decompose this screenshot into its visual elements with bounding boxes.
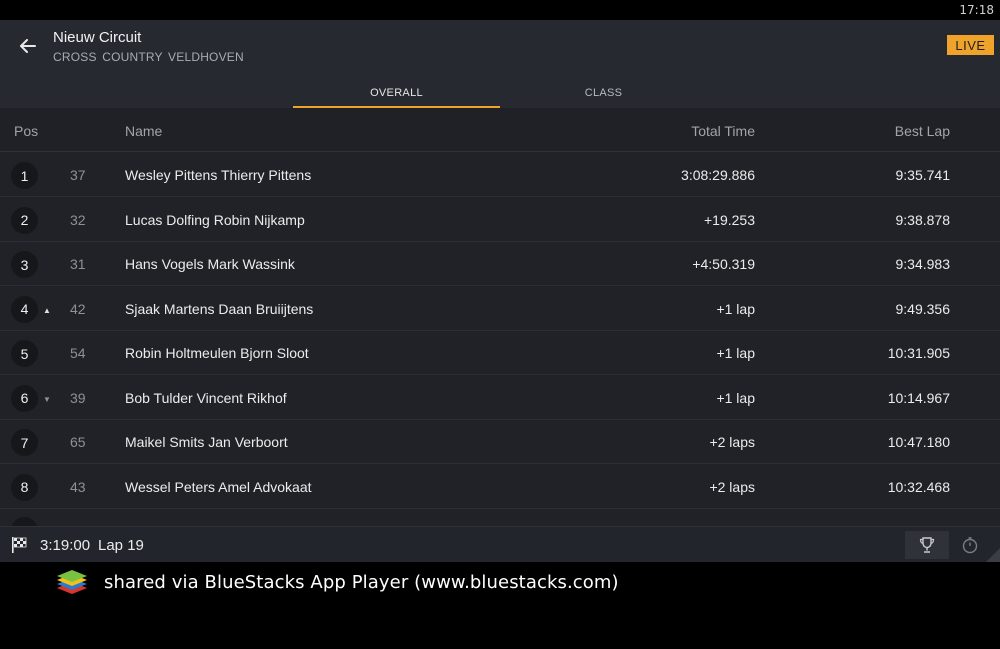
live-badge: LIVE bbox=[947, 35, 994, 55]
competitor-name: Lucas Dolfing Robin Nijkamp bbox=[125, 211, 305, 228]
position-up-icon: ▲ bbox=[43, 305, 51, 315]
checkered-flag-icon bbox=[12, 537, 27, 553]
table-row-partial[interactable] bbox=[0, 509, 1000, 526]
competitor-name: Sjaak Martens Daan Bruiijtens bbox=[125, 300, 314, 317]
column-header-pos: Pos bbox=[14, 123, 39, 139]
competitor-name: Hans Vogels Mark Wassink bbox=[125, 256, 295, 272]
competitor-number: 39 bbox=[70, 389, 86, 406]
position-badge: 3 bbox=[11, 251, 38, 278]
table-header: Pos Name Total Time Best Lap bbox=[0, 108, 1000, 152]
back-button[interactable] bbox=[14, 34, 42, 58]
position-badge: 7 bbox=[11, 429, 38, 456]
competitor-name: Bob Tulder Vincent Rikhof bbox=[125, 389, 287, 406]
total-time: +4:50.319 bbox=[692, 256, 755, 272]
trophy-button[interactable] bbox=[905, 531, 949, 559]
best-lap: 9:38.878 bbox=[895, 211, 951, 228]
position-badge: 1 bbox=[11, 162, 38, 189]
tab-overall[interactable]: OVERALL bbox=[293, 78, 500, 108]
tab-class[interactable]: CLASS bbox=[500, 78, 707, 108]
total-time: +19.253 bbox=[704, 211, 755, 228]
total-time: 3:08:29.886 bbox=[681, 167, 755, 183]
best-lap: 9:35.741 bbox=[895, 167, 951, 183]
competitor-number: 31 bbox=[70, 256, 86, 272]
total-time: +1 lap bbox=[716, 345, 755, 361]
competitor-number: 37 bbox=[70, 167, 86, 183]
column-header-name: Name bbox=[125, 123, 163, 139]
total-time: +1 lap bbox=[716, 389, 755, 406]
arrow-left-icon bbox=[20, 39, 36, 53]
tab-bar: OVERALL CLASS bbox=[293, 78, 707, 108]
trophy-icon bbox=[919, 537, 935, 553]
competitor-number: 54 bbox=[70, 345, 86, 361]
position-badge: 2 bbox=[11, 206, 38, 234]
best-lap: 10:14.967 bbox=[887, 389, 950, 406]
share-banner: shared via BlueStacks App Player (www.bl… bbox=[0, 562, 1000, 649]
table-row[interactable]: 4 ▲ 42 Sjaak Martens Daan Bruiijtens +1 … bbox=[0, 286, 1000, 331]
position-badge: 8 bbox=[11, 473, 38, 501]
page-subtitle: CROSS COUNTRY VELDHOVEN bbox=[53, 50, 244, 64]
total-time: +2 laps bbox=[709, 478, 755, 495]
best-lap: 10:47.180 bbox=[887, 434, 950, 450]
competitor-name: Robin Holtmeulen Bjorn Sloot bbox=[125, 345, 309, 361]
status-time: 17:18 bbox=[959, 3, 994, 17]
column-header-best-lap: Best Lap bbox=[894, 123, 950, 139]
column-header-total-time: Total Time bbox=[691, 123, 755, 139]
table-row[interactable]: 5 54 Robin Holtmeulen Bjorn Sloot +1 lap… bbox=[0, 331, 1000, 375]
table-row[interactable]: 1 37 Wesley Pittens Thierry Pittens 3:08… bbox=[0, 153, 1000, 197]
top-bar: Nieuw Circuit CROSS COUNTRY VELDHOVEN LI… bbox=[0, 20, 1000, 108]
resize-corner bbox=[986, 548, 1000, 562]
competitor-number: 43 bbox=[70, 478, 86, 495]
competitor-name: Maikel Smits Jan Verboort bbox=[125, 434, 288, 450]
race-time: 3:19:00 bbox=[40, 537, 91, 554]
competitor-name: Wessel Peters Amel Advokaat bbox=[125, 478, 312, 495]
status-bar: 17:18 bbox=[0, 0, 1000, 20]
best-lap: 9:34.983 bbox=[895, 256, 951, 272]
competitor-number: 65 bbox=[70, 434, 86, 450]
table-row[interactable]: 8 43 Wessel Peters Amel Advokaat +2 laps… bbox=[0, 464, 1000, 509]
stopwatch-button[interactable] bbox=[950, 531, 990, 559]
competitor-number: 32 bbox=[70, 211, 86, 228]
position-badge bbox=[11, 517, 38, 526]
table-row[interactable]: 2 32 Lucas Dolfing Robin Nijkamp +19.253… bbox=[0, 197, 1000, 242]
best-lap: 10:32.468 bbox=[887, 478, 950, 495]
table-row[interactable]: 3 31 Hans Vogels Mark Wassink +4:50.319 … bbox=[0, 242, 1000, 286]
position-badge: 4 bbox=[11, 295, 38, 323]
total-time: +1 lap bbox=[716, 300, 755, 317]
position-down-icon: ▼ bbox=[43, 394, 51, 404]
total-time: +2 laps bbox=[709, 434, 755, 450]
position-badge: 5 bbox=[11, 340, 38, 367]
competitor-number: 42 bbox=[70, 300, 86, 317]
app-window: Nieuw Circuit CROSS COUNTRY VELDHOVEN LI… bbox=[0, 20, 1000, 562]
best-lap: 9:49.356 bbox=[895, 300, 951, 317]
race-status-footer: 3:19:00 Lap 19 bbox=[0, 526, 1000, 562]
bluestacks-logo-icon bbox=[57, 570, 87, 594]
page-title: Nieuw Circuit bbox=[53, 29, 142, 46]
stopwatch-icon bbox=[962, 537, 978, 554]
best-lap: 10:31.905 bbox=[887, 345, 950, 361]
share-text: shared via BlueStacks App Player (www.bl… bbox=[104, 572, 619, 593]
table-row[interactable]: 6 ▼ 39 Bob Tulder Vincent Rikhof +1 lap … bbox=[0, 375, 1000, 420]
position-badge: 6 bbox=[11, 384, 38, 412]
results-list: 1 37 Wesley Pittens Thierry Pittens 3:08… bbox=[0, 153, 1000, 526]
table-row[interactable]: 7 65 Maikel Smits Jan Verboort +2 laps 1… bbox=[0, 420, 1000, 464]
race-lap: Lap 19 bbox=[98, 537, 144, 554]
competitor-name: Wesley Pittens Thierry Pittens bbox=[125, 167, 312, 183]
